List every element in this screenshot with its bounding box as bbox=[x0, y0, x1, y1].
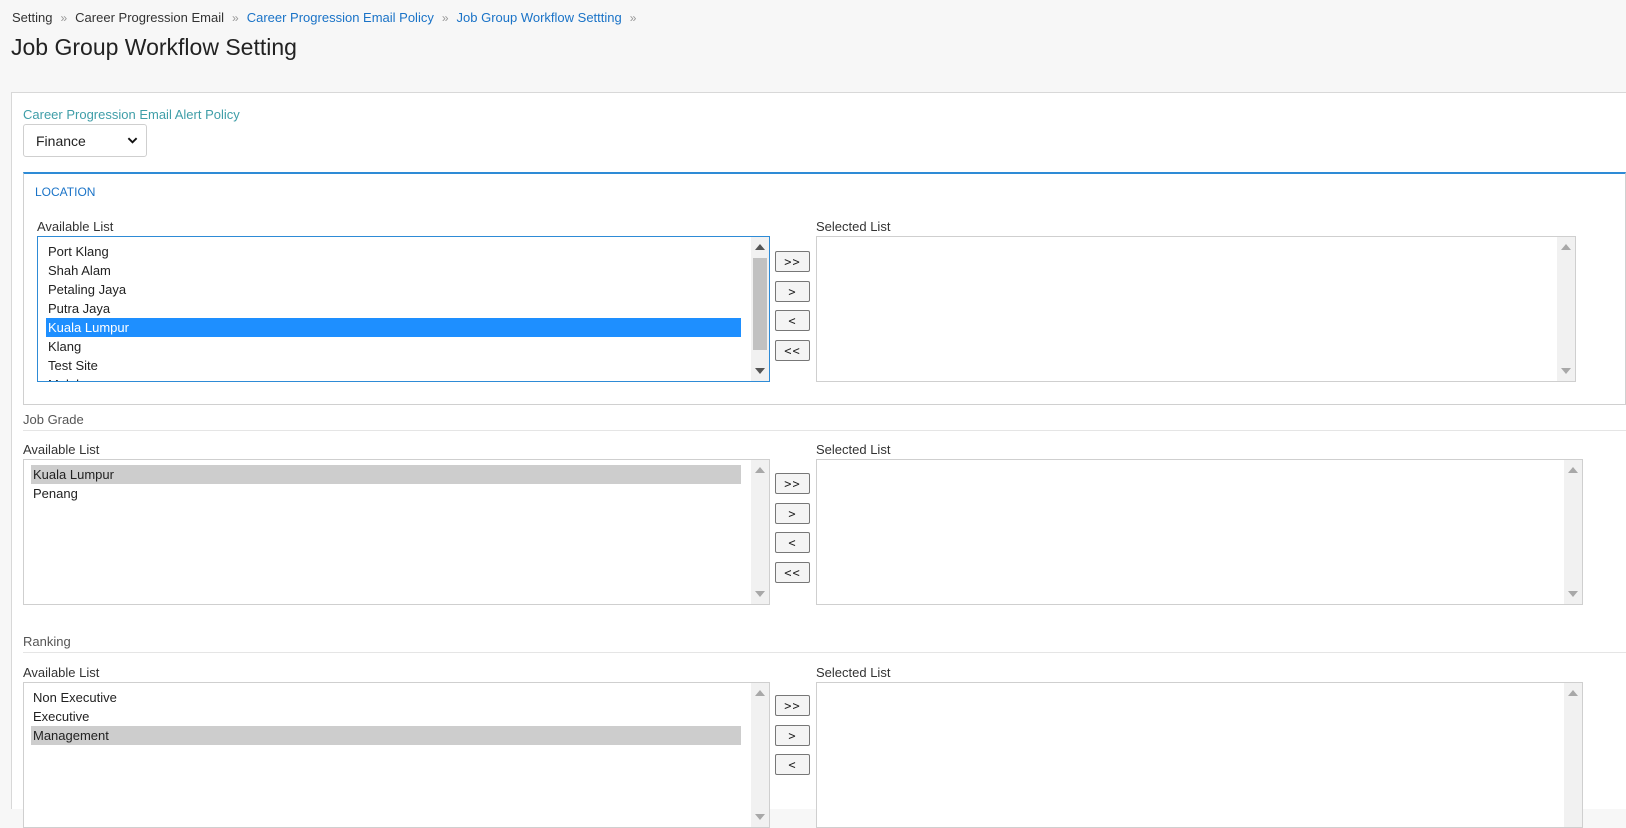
scroll-up-icon[interactable] bbox=[755, 467, 765, 473]
scroll-down-icon[interactable] bbox=[1561, 368, 1571, 374]
scroll-up-icon[interactable] bbox=[755, 244, 765, 250]
list-item[interactable]: Test Site bbox=[46, 356, 741, 375]
breadcrumb-setting[interactable]: Setting bbox=[12, 10, 52, 25]
policy-select[interactable]: Finance bbox=[23, 124, 147, 157]
breadcrumb-separator-icon: » bbox=[60, 10, 68, 25]
ranking-move-all-right-button[interactable]: >> bbox=[775, 695, 810, 716]
scroll-down-icon[interactable] bbox=[755, 814, 765, 820]
location-title: LOCATION bbox=[35, 185, 96, 199]
job-grade-title: Job Grade bbox=[23, 412, 84, 427]
breadcrumb: Setting » Career Progression Email » Car… bbox=[12, 10, 644, 25]
breadcrumb-separator-icon: » bbox=[441, 10, 449, 25]
location-available-items: Port Klang Shah Alam Petaling Jaya Putra Ja… bbox=[38, 237, 749, 381]
job-grade-available-list[interactable]: Kuala Lumpur Penang bbox=[23, 459, 770, 605]
job-grade-move-all-right-button[interactable]: >> bbox=[775, 473, 810, 494]
ranking-available-items: Non Executive Executive Management bbox=[24, 683, 749, 827]
breadcrumb-email-policy-link[interactable]: Career Progression Email Policy bbox=[247, 10, 434, 25]
scroll-up-icon[interactable] bbox=[1568, 690, 1578, 696]
location-available-list[interactable]: Port Klang Shah Alam Petaling Jaya Putra Ja… bbox=[37, 236, 770, 382]
scroll-down-icon[interactable] bbox=[755, 591, 765, 597]
location-move-left-button[interactable]: < bbox=[775, 310, 810, 331]
scroll-thumb[interactable] bbox=[753, 258, 767, 350]
location-move-all-left-button[interactable]: << bbox=[775, 340, 810, 361]
location-move-right-button[interactable]: > bbox=[775, 281, 810, 302]
scroll-up-icon[interactable] bbox=[755, 690, 765, 696]
scroll-down-icon[interactable] bbox=[1568, 591, 1578, 597]
job-grade-move-right-button[interactable]: > bbox=[775, 503, 810, 524]
list-item[interactable]: Management bbox=[31, 726, 741, 745]
list-item[interactable]: Shah Alam bbox=[46, 261, 741, 280]
ranking-move-right-button[interactable]: > bbox=[775, 725, 810, 746]
page-title: Job Group Workflow Setting bbox=[11, 34, 297, 60]
ranking-available-list[interactable]: Non Executive Executive Management bbox=[23, 682, 770, 828]
list-item[interactable]: Executive bbox=[31, 707, 741, 726]
ranking-selected-items bbox=[817, 683, 1562, 827]
scroll-up-icon[interactable] bbox=[1561, 244, 1571, 250]
breadcrumb-separator-icon: » bbox=[629, 10, 637, 25]
scroll-down-icon[interactable] bbox=[755, 368, 765, 374]
list-item[interactable]: Kuala Lumpur bbox=[46, 318, 741, 337]
job-grade-selected-scrollbar[interactable] bbox=[1564, 460, 1582, 604]
job-grade-selected-list[interactable] bbox=[816, 459, 1583, 605]
ranking-divider bbox=[23, 652, 1626, 653]
job-grade-move-all-left-button[interactable]: << bbox=[775, 562, 810, 583]
location-panel: LOCATION Available List Selected List Po… bbox=[23, 172, 1626, 405]
location-available-scrollbar[interactable] bbox=[751, 237, 769, 381]
ranking-available-label: Available List bbox=[23, 665, 100, 680]
main-panel: Career Progression Email Alert Policy Fi… bbox=[11, 92, 1626, 828]
list-item[interactable]: Port Klang bbox=[46, 242, 741, 261]
ranking-available-scrollbar[interactable] bbox=[751, 683, 769, 827]
policy-label: Career Progression Email Alert Policy bbox=[23, 107, 240, 122]
list-item[interactable]: Kuala Lumpur bbox=[31, 465, 741, 484]
ranking-title: Ranking bbox=[23, 634, 71, 649]
ranking-selected-list[interactable] bbox=[816, 682, 1583, 828]
list-item[interactable]: Non Executive bbox=[31, 688, 741, 707]
breadcrumb-workflow-setting-link[interactable]: Job Group Workflow Settting bbox=[457, 10, 622, 25]
location-move-all-right-button[interactable]: >> bbox=[775, 251, 810, 272]
job-grade-selected-items bbox=[817, 460, 1562, 604]
location-selected-scrollbar[interactable] bbox=[1557, 237, 1575, 381]
list-item[interactable]: Putra Jaya bbox=[46, 299, 741, 318]
ranking-move-left-button[interactable]: < bbox=[775, 754, 810, 775]
list-item[interactable]: Petaling Jaya bbox=[46, 280, 741, 299]
job-grade-move-left-button[interactable]: < bbox=[775, 532, 810, 553]
breadcrumb-career-progression-email[interactable]: Career Progression Email bbox=[75, 10, 224, 25]
chevron-down-icon bbox=[127, 137, 138, 144]
job-grade-divider bbox=[23, 430, 1626, 431]
location-available-label: Available List bbox=[37, 219, 114, 234]
ranking-selected-scrollbar[interactable] bbox=[1564, 683, 1582, 827]
job-grade-available-items: Kuala Lumpur Penang bbox=[24, 460, 749, 604]
job-grade-selected-label: Selected List bbox=[816, 442, 891, 457]
list-item[interactable]: Penang bbox=[31, 484, 741, 503]
ranking-selected-label: Selected List bbox=[816, 665, 891, 680]
location-selected-label: Selected List bbox=[816, 219, 891, 234]
location-selected-list[interactable] bbox=[816, 236, 1576, 382]
policy-select-value: Finance bbox=[36, 133, 86, 149]
list-item[interactable]: Melaka bbox=[46, 375, 741, 381]
job-grade-available-scrollbar[interactable] bbox=[751, 460, 769, 604]
location-selected-items bbox=[817, 237, 1555, 381]
job-grade-available-label: Available List bbox=[23, 442, 100, 457]
breadcrumb-separator-icon: » bbox=[232, 10, 239, 25]
scroll-up-icon[interactable] bbox=[1568, 467, 1578, 473]
list-item[interactable]: Klang bbox=[46, 337, 741, 356]
